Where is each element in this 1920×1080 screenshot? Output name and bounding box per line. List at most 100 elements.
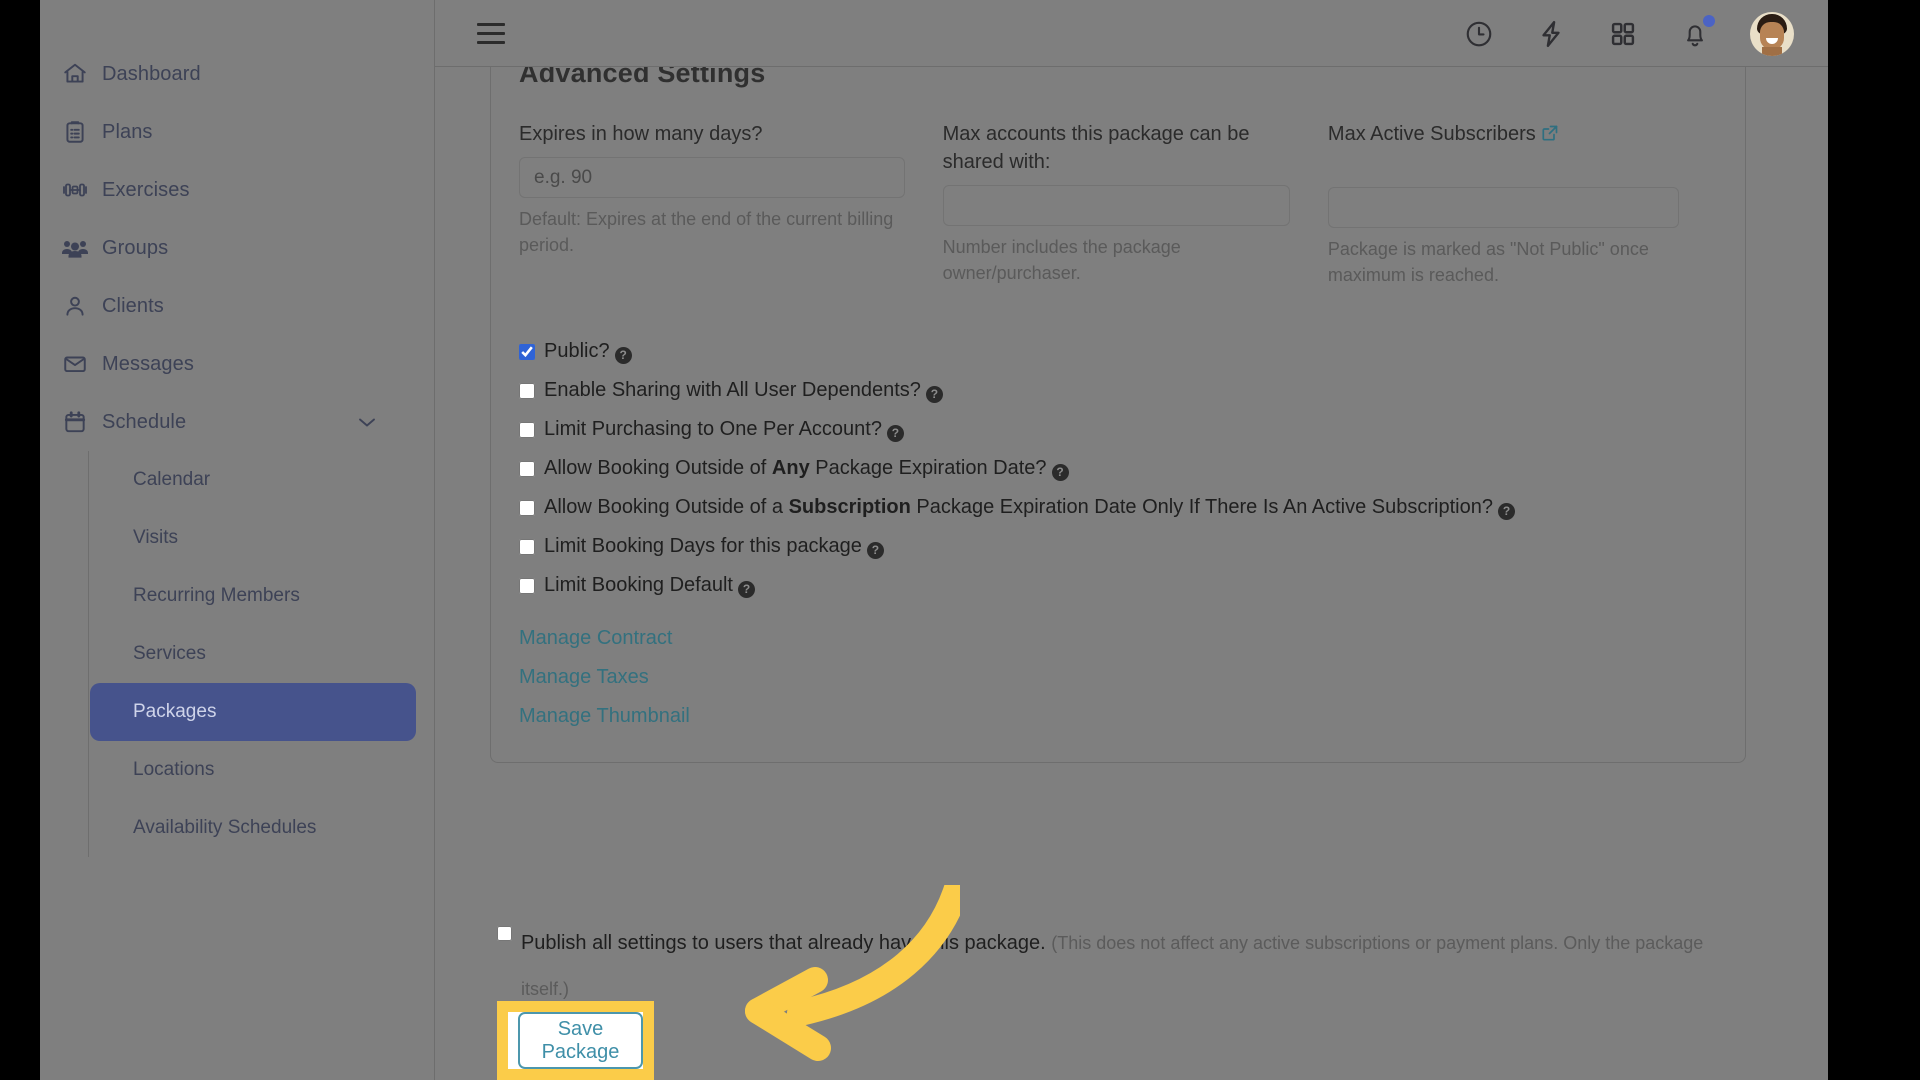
sidebar-item-visits[interactable]: Visits [89,509,434,567]
help-icon[interactable]: ? [886,425,904,442]
checkbox-row-allow-booking-subscription[interactable]: Allow Booking Outside of a Subscription … [519,488,1717,527]
sidebar-item-exercises[interactable]: Exercises [40,161,434,219]
limit-one-per-account-checkbox[interactable] [519,421,535,438]
help-icon[interactable]: ? [925,386,943,403]
publish-label-main: Publish all settings to users that alrea… [520,932,1046,954]
sidebar-item-label: Messages [102,352,194,375]
save-package-button[interactable]: Save Package [518,1012,643,1069]
external-link-icon[interactable] [1541,122,1559,150]
sidebar-item-label: Schedule [102,410,187,433]
topbar [435,0,1828,67]
field-label: Max Active Subscribers [1328,120,1679,150]
expires-days-input[interactable] [519,157,905,198]
lightning-icon[interactable] [1534,17,1568,51]
sidebar-item-recurring-members[interactable]: Recurring Members [89,567,434,625]
chevron-down-icon[interactable] [358,413,376,431]
checkbox-row-limit-booking-days[interactable]: Limit Booking Days for this package? [519,527,1717,566]
calendar-icon [60,407,90,437]
sidebar-item-dashboard[interactable]: Dashboard [40,45,434,103]
sidebar-subitem-label: Calendar [133,469,211,490]
avatar[interactable] [1750,11,1794,56]
sidebar-item-label: Clients [102,294,164,317]
sidebar-item-availability-schedules[interactable]: Availability Schedules [89,799,434,857]
checkbox-label: Limit Purchasing to One Per Account?? [544,417,904,442]
clock-icon[interactable] [1462,17,1496,51]
checkbox-row-allow-booking-any[interactable]: Allow Booking Outside of Any Package Exp… [519,449,1717,488]
max-active-subscribers-input[interactable] [1327,187,1679,228]
sidebar-item-groups[interactable]: Groups [40,219,434,277]
field-hint: Number includes the package owner/purcha… [942,237,1181,283]
notification-badge [1703,14,1715,27]
field-label: Expires in how many days? [519,123,763,145]
fields-row: Expires in how many days? Default: Expir… [519,120,1717,288]
allow-booking-any-checkbox[interactable] [519,460,535,477]
manage-links: Manage Contract Manage Taxes Manage Thum… [519,619,1717,736]
user-icon [60,291,90,321]
sidebar-item-services[interactable]: Services [89,625,434,683]
home-icon [60,59,90,89]
hamburger-icon[interactable] [477,18,509,48]
field-hint: Package is marked as "Not Public" once m… [1327,239,1649,285]
sidebar: Dashboard Plans Exercises Groups Clients… [40,0,435,1080]
sidebar-item-calendar[interactable]: Calendar [89,451,434,509]
field-label-spacer [1328,159,1679,187]
clipboard-icon [60,117,90,147]
envelope-icon [60,349,90,379]
sidebar-item-schedule[interactable]: Schedule [40,393,434,451]
public-checkbox[interactable] [519,343,535,360]
sidebar-item-plans[interactable]: Plans [40,103,434,161]
avatar-image [1750,12,1794,56]
sidebar-item-clients[interactable]: Clients [40,277,434,335]
sidebar-item-label: Exercises [102,178,190,201]
apps-grid-icon[interactable] [1606,17,1640,51]
sidebar-subitem-label: Services [133,643,206,664]
checkbox-row-public[interactable]: Public?? [519,332,1717,371]
field-max-active-subscribers: Max Active Subscribers Package is marked… [1327,120,1717,288]
app-page: Dashboard Plans Exercises Groups Clients… [40,0,1828,1080]
checkbox-row-enable-sharing-dependents[interactable]: Enable Sharing with All User Dependents?… [519,371,1717,410]
help-icon[interactable]: ? [1051,464,1069,481]
sidebar-item-packages[interactable]: Packages [90,683,416,741]
publish-row[interactable]: Publish all settings to users that alrea… [497,920,1752,1012]
sidebar-item-label: Plans [102,120,153,143]
sidebar-subitem-label: Packages [133,701,217,722]
checkbox-label: Limit Booking Days for this package? [544,534,884,559]
help-icon[interactable]: ? [866,542,884,559]
publish-label: Publish all settings to users that alrea… [521,920,1752,1012]
field-max-shared-accounts: Max accounts this package can be shared … [942,120,1328,288]
checkbox-row-limit-one-per-account[interactable]: Limit Purchasing to One Per Account?? [519,410,1717,449]
help-icon[interactable]: ? [1498,503,1515,520]
dumbbell-icon [60,175,90,205]
publish-settings-block: Publish all settings to users that alrea… [497,920,1752,1012]
manage-thumbnail-link[interactable]: Manage Thumbnail [519,697,1717,736]
sidebar-subitem-label: Recurring Members [133,585,300,606]
page-title: Advanced Settings [519,67,766,88]
checkbox-label: Allow Booking Outside of Any Package Exp… [544,456,1069,481]
bell-icon[interactable] [1678,14,1715,51]
sidebar-item-locations[interactable]: Locations [89,741,434,799]
sidebar-item-messages[interactable]: Messages [40,335,434,393]
sidebar-item-label: Groups [102,236,169,259]
checkbox-row-limit-booking-default[interactable]: Limit Booking Default? [519,566,1717,605]
field-label: Max accounts this package can be shared … [942,123,1250,173]
topbar-actions [1462,0,1794,67]
settings-checkbox-list: Public?? Enable Sharing with All User De… [519,332,1717,605]
limit-booking-days-checkbox[interactable] [519,538,535,555]
allow-booking-subscription-checkbox[interactable] [519,499,535,516]
field-hint: Default: Expires at the end of the curre… [519,209,894,255]
field-expires-in-days: Expires in how many days? Default: Expir… [519,120,943,288]
enable-sharing-dependents-checkbox[interactable] [519,382,535,399]
help-icon[interactable]: ? [614,347,632,364]
publish-all-settings-checkbox[interactable] [497,926,512,941]
max-shared-accounts-input[interactable] [942,185,1290,226]
screenshot-root: Dashboard Plans Exercises Groups Clients… [0,0,1920,1080]
checkbox-label: Enable Sharing with All User Dependents?… [544,378,943,403]
sidebar-subitem-label: Locations [133,759,215,780]
manage-taxes-link[interactable]: Manage Taxes [519,658,1717,697]
help-icon[interactable]: ? [737,581,755,598]
checkbox-label: Public?? [544,339,632,364]
limit-booking-default-checkbox[interactable] [519,577,535,594]
sidebar-submenu-schedule: Calendar Visits Recurring Members Servic… [88,451,434,857]
sidebar-subitem-label: Visits [133,527,179,548]
manage-contract-link[interactable]: Manage Contract [519,619,1717,658]
